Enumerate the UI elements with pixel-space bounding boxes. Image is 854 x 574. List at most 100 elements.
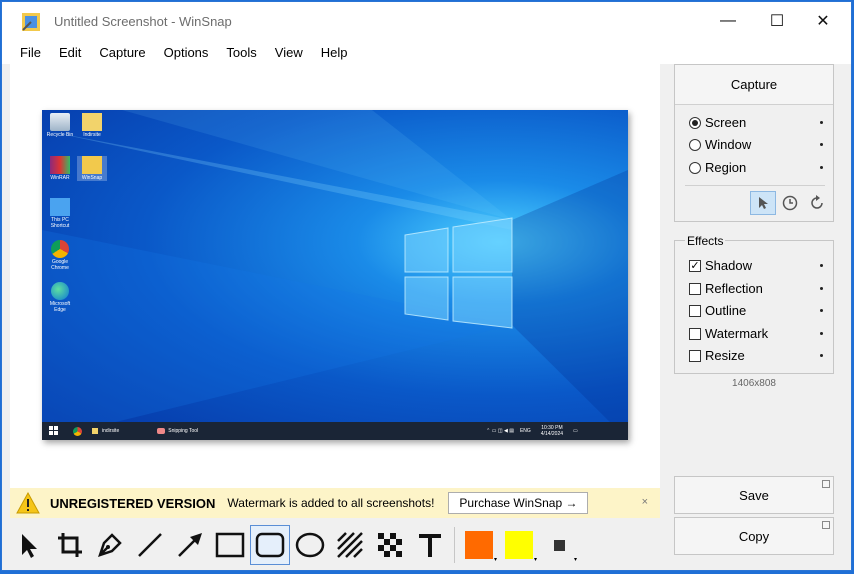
timer-button[interactable] <box>777 191 803 215</box>
effect-watermark[interactable]: Watermark <box>689 326 823 341</box>
line-icon <box>138 533 162 557</box>
winsnap-app-icon <box>22 13 40 31</box>
primary-color-swatch <box>465 531 493 559</box>
secondary-color-picker[interactable]: ▾ <box>499 525 539 565</box>
rectangle-tool[interactable] <box>210 525 250 565</box>
arrow-icon <box>178 533 202 557</box>
crop-icon <box>58 533 82 557</box>
effect-resize[interactable]: Resize <box>689 348 823 363</box>
secondary-color-swatch <box>505 531 533 559</box>
options-dot-icon[interactable] <box>820 354 823 357</box>
options-dot-icon[interactable] <box>820 121 823 124</box>
text-tool[interactable] <box>410 525 450 565</box>
line-tool[interactable] <box>130 525 170 565</box>
desktop-icon-this-pc[interactable]: This PC Shortcut <box>45 198 75 229</box>
mode-window[interactable]: Window <box>689 137 823 152</box>
desktop-icon-indirsite[interactable]: Indirsite <box>77 113 107 138</box>
warning-icon <box>16 492 40 514</box>
checker-icon <box>378 533 402 557</box>
radio-icon <box>689 138 701 151</box>
save-options-icon[interactable] <box>822 480 830 488</box>
drawing-toolbar: ▾ ▾ ▾ <box>10 520 590 570</box>
taskbar-folder-icon <box>92 428 98 434</box>
screenshot-preview[interactable]: Recycle Bin Indirsite WinRAR WinSnap Thi… <box>42 110 628 440</box>
start-icon <box>49 426 58 435</box>
pen-icon <box>98 533 122 557</box>
hatch-icon <box>337 532 363 558</box>
title-bar[interactable]: Untitled Screenshot - WinSnap — ☐ ✕ <box>2 2 851 40</box>
menu-edit[interactable]: Edit <box>59 45 81 60</box>
unregistered-notice: UNREGISTERED VERSION Watermark is added … <box>10 488 660 518</box>
menu-tools[interactable]: Tools <box>226 45 256 60</box>
unregistered-text: Watermark is added to all screenshots! <box>227 496 435 510</box>
radio-icon <box>689 161 701 174</box>
repeat-capture-button[interactable] <box>804 191 830 215</box>
close-button[interactable]: ✕ <box>800 2 846 40</box>
primary-color-picker[interactable]: ▾ <box>459 525 499 565</box>
desktop-icon-winsnap[interactable]: WinSnap <box>77 156 107 181</box>
notifications-icon: ▭ <box>573 428 578 434</box>
desktop-icon-recycle-bin[interactable]: Recycle Bin <box>45 113 75 138</box>
maximize-button[interactable]: ☐ <box>754 2 800 40</box>
refresh-icon <box>811 195 823 209</box>
pixelate-tool[interactable] <box>370 525 410 565</box>
options-dot-icon[interactable] <box>820 264 823 267</box>
taskbar-chrome-icon <box>73 426 82 436</box>
canvas-area[interactable]: Recycle Bin Indirsite WinRAR WinSnap Thi… <box>10 64 660 488</box>
checkbox-checked-icon: ✓ <box>689 259 701 272</box>
effect-shadow[interactable]: ✓ Shadow <box>689 258 823 273</box>
copy-button[interactable]: Copy <box>674 517 834 555</box>
notice-close-icon[interactable]: × <box>642 496 648 508</box>
capture-mode-tools <box>749 191 830 215</box>
options-dot-icon[interactable] <box>820 166 823 169</box>
menu-help[interactable]: Help <box>321 45 348 60</box>
options-dot-icon[interactable] <box>820 309 823 312</box>
line-width-picker[interactable]: ▾ <box>539 525 579 565</box>
pen-tool[interactable] <box>90 525 130 565</box>
menu-file[interactable]: File <box>20 45 41 60</box>
menu-options[interactable]: Options <box>164 45 209 60</box>
checkbox-icon <box>689 327 701 340</box>
copy-options-icon[interactable] <box>822 521 830 529</box>
clock-icon <box>782 195 798 211</box>
checkbox-icon <box>689 349 701 362</box>
checkbox-icon <box>689 304 701 317</box>
desktop-icon-winrar[interactable]: WinRAR <box>45 156 75 181</box>
effects-label: Effects <box>685 234 726 248</box>
folder-icon <box>82 113 102 131</box>
desktop-icon-edge[interactable]: Microsoft Edge <box>45 282 75 313</box>
options-dot-icon[interactable] <box>820 287 823 290</box>
purchase-button[interactable]: Purchase WinSnap → <box>448 492 589 514</box>
hatch-tool[interactable] <box>330 525 370 565</box>
taskbar-item-indirsite: indirsite <box>102 428 120 434</box>
rounded-rectangle-tool[interactable] <box>250 525 290 565</box>
edge-icon <box>51 282 69 300</box>
effect-reflection[interactable]: Reflection <box>689 281 823 296</box>
rectangle-icon <box>215 532 245 558</box>
dropdown-icon: ▾ <box>573 557 577 563</box>
effect-outline[interactable]: Outline <box>689 303 823 318</box>
mode-screen[interactable]: Screen <box>689 115 823 130</box>
menu-bar: File Edit Capture Options Tools View Hel… <box>2 40 851 64</box>
checkbox-icon <box>689 282 701 295</box>
save-button[interactable]: Save <box>674 476 834 514</box>
toolbar-separator <box>454 527 455 563</box>
menu-capture[interactable]: Capture <box>99 45 145 60</box>
select-tool[interactable] <box>10 525 50 565</box>
ellipse-icon <box>295 532 325 558</box>
pointer-capture-button[interactable] <box>750 191 776 215</box>
text-icon <box>419 534 441 557</box>
options-dot-icon[interactable] <box>820 143 823 146</box>
menu-view[interactable]: View <box>275 45 303 60</box>
minimize-button[interactable]: — <box>705 2 751 40</box>
options-dot-icon[interactable] <box>820 332 823 335</box>
mode-region[interactable]: Region <box>689 160 823 175</box>
arrow-tool[interactable] <box>170 525 210 565</box>
recycle-bin-icon <box>50 113 70 131</box>
capture-button[interactable]: Capture <box>675 65 833 105</box>
ellipse-tool[interactable] <box>290 525 330 565</box>
crop-tool[interactable] <box>50 525 90 565</box>
desktop-icon-chrome[interactable]: Google Chrome <box>45 240 75 271</box>
tray-clock: 10:30 PM 4/14/2024 <box>540 425 564 437</box>
rounded-rectangle-icon <box>255 532 285 558</box>
